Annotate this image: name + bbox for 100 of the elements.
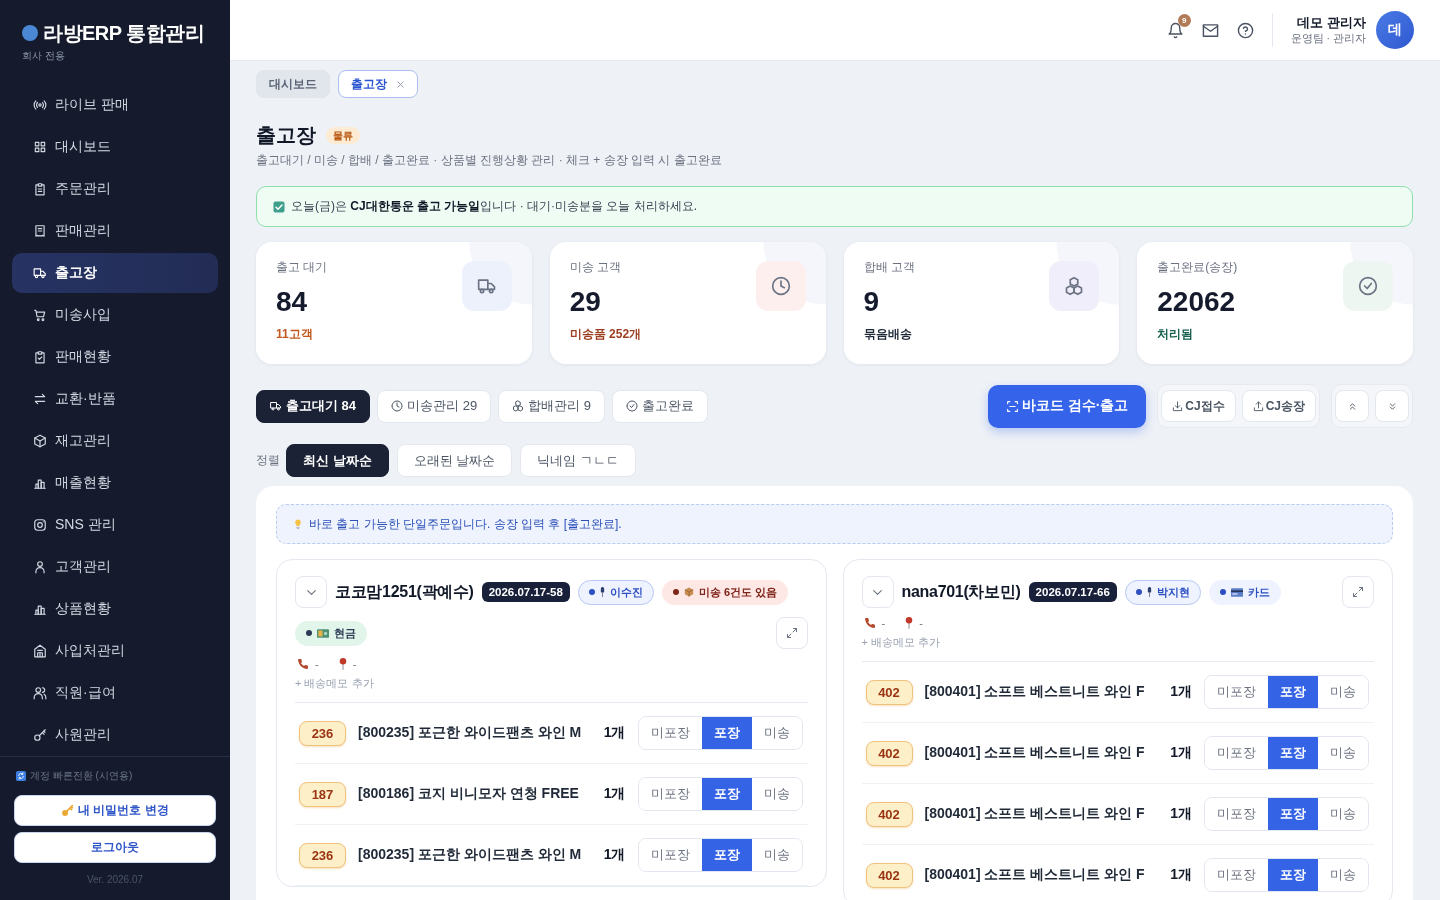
stock-badge: 236 bbox=[299, 842, 346, 868]
microphone-icon bbox=[599, 587, 605, 597]
logout-button[interactable]: 로그아웃 bbox=[14, 832, 216, 863]
boxes-icon bbox=[512, 400, 525, 412]
filter-tab[interactable]: 미송관리 29 bbox=[377, 389, 492, 423]
grid-icon bbox=[33, 140, 47, 154]
expand-icon bbox=[785, 627, 798, 639]
download-icon bbox=[1172, 400, 1184, 412]
stat-value: 9 bbox=[863, 285, 880, 319]
collapse-button[interactable] bbox=[295, 576, 327, 608]
sidebar-item[interactable]: 직원·급여 bbox=[12, 673, 218, 713]
truck-icon bbox=[461, 261, 512, 311]
expand-button[interactable] bbox=[775, 617, 808, 649]
phone-number: - bbox=[315, 657, 319, 671]
stat-value: 84 bbox=[276, 285, 308, 319]
sidebar-item[interactable]: 미송사입 bbox=[12, 295, 218, 335]
page-tab[interactable]: 출고장 bbox=[338, 70, 418, 98]
refresh-icon bbox=[16, 771, 26, 781]
stock-badge: 402 bbox=[865, 801, 913, 827]
sidebar-item[interactable]: 교환·반품 bbox=[12, 379, 218, 419]
mail-icon[interactable] bbox=[1201, 21, 1219, 39]
sidebar-item[interactable]: 고객관리 bbox=[12, 547, 218, 587]
notice-text: 바로 출고 가능한 단일주문입니다. 송장 입력 후 [출고완료]. bbox=[309, 515, 622, 533]
address: - bbox=[919, 616, 923, 630]
phone-icon bbox=[297, 658, 309, 670]
sidebar-item[interactable]: 판매관리 bbox=[12, 211, 218, 251]
brand-subtitle: 회사 전용 bbox=[22, 49, 65, 62]
cj-export-button[interactable]: CJ송장 bbox=[1241, 390, 1316, 422]
help-icon[interactable] bbox=[1236, 21, 1254, 39]
credit-card-icon bbox=[1230, 587, 1243, 597]
bar-chart-icon bbox=[33, 602, 47, 616]
broadcast-icon bbox=[33, 98, 47, 112]
tag-label: 미송 6건도 있음 bbox=[698, 585, 778, 599]
sidebar-item[interactable]: 매출현황 bbox=[12, 463, 218, 503]
collapse-button[interactable] bbox=[861, 576, 894, 608]
notification-badge: 9 bbox=[1177, 13, 1191, 27]
status-option[interactable]: 포장 bbox=[701, 717, 752, 749]
filter-tab[interactable]: 출고대기 84 bbox=[256, 389, 371, 423]
sidebar-item[interactable]: 상품현황 bbox=[12, 589, 218, 629]
barcode-scan-button[interactable]: 바코드 검수·출고 bbox=[987, 384, 1147, 428]
close-icon[interactable] bbox=[396, 79, 405, 89]
tag-label: 카드 bbox=[1247, 585, 1270, 599]
expand-all-button[interactable] bbox=[1375, 390, 1409, 422]
product-name: [800401] 소프트 베스트니트 와인 F bbox=[924, 744, 1146, 762]
sidebar-item[interactable]: 주문관리 bbox=[12, 169, 218, 209]
collapse-all-button[interactable] bbox=[1335, 390, 1369, 422]
sidebar-item[interactable]: 판매현황 bbox=[12, 337, 218, 377]
stat-label: 출고 대기 bbox=[276, 259, 328, 275]
status-option[interactable]: 포장 bbox=[1268, 676, 1318, 708]
page-title: 출고장 bbox=[256, 123, 316, 148]
filter-tab[interactable]: 출고완료 bbox=[612, 389, 708, 423]
status-dot-icon bbox=[672, 589, 679, 595]
stat-note: 묶음배송 bbox=[863, 326, 912, 342]
sidebar-item[interactable]: 사입처관리 bbox=[12, 631, 218, 671]
change-password-button[interactable]: 내 비밀번호 변경 bbox=[14, 795, 216, 826]
cart-icon bbox=[33, 308, 47, 322]
customer-name: nana701(차보민) bbox=[901, 581, 1021, 602]
sidebar-item[interactable]: SNS 관리 bbox=[12, 505, 218, 545]
tag-label: 현금 bbox=[334, 626, 356, 640]
status-option[interactable]: 포장 bbox=[1268, 737, 1318, 769]
key-icon bbox=[33, 728, 47, 742]
user-name: 데모 관리자 bbox=[1297, 15, 1366, 31]
address: - bbox=[352, 657, 357, 671]
camera-icon bbox=[33, 518, 47, 532]
bell-icon[interactable] bbox=[1166, 21, 1184, 39]
quantity: 1개 bbox=[603, 785, 626, 803]
clock-icon bbox=[755, 261, 806, 311]
phone-number: - bbox=[881, 616, 886, 630]
stat-note: 미송품 252개 bbox=[569, 326, 642, 342]
quantity: 1개 bbox=[1170, 866, 1192, 884]
sidebar-item[interactable]: 라이브 판매 bbox=[12, 85, 218, 125]
quantity: 1개 bbox=[603, 846, 626, 864]
bar-chart-icon bbox=[33, 476, 47, 490]
status-option[interactable]: 포장 bbox=[1268, 798, 1318, 830]
filter-tab[interactable]: 합배관리 9 bbox=[498, 389, 605, 423]
quantity: 1개 bbox=[1170, 805, 1192, 823]
sidebar-item[interactable]: 대시보드 bbox=[12, 127, 218, 167]
stock-badge: 402 bbox=[865, 740, 913, 766]
sidebar-item[interactable]: 재고관리 bbox=[12, 421, 218, 461]
stock-badge: 236 bbox=[299, 720, 346, 746]
stat-value: 22062 bbox=[1157, 285, 1236, 319]
warehouse-icon bbox=[33, 644, 47, 658]
expand-icon bbox=[1352, 586, 1364, 598]
status-option[interactable]: 포장 bbox=[701, 839, 752, 871]
status-option[interactable]: 포장 bbox=[701, 778, 752, 810]
cj-import-button[interactable]: CJ접수 bbox=[1161, 390, 1236, 422]
page-tab[interactable]: 대시보드 bbox=[256, 70, 330, 98]
product-name: [800401] 소프트 베스트니트 와인 F bbox=[924, 683, 1146, 701]
sidebar-item[interactable]: 사원관리 bbox=[12, 715, 218, 755]
sort-option[interactable]: 오래된 날짜순 bbox=[396, 444, 513, 477]
sort-option[interactable]: 최신 날짜순 bbox=[286, 444, 389, 477]
status-option[interactable]: 포장 bbox=[1268, 859, 1318, 891]
sort-option[interactable]: 닉네임 ㄱㄴㄷ bbox=[520, 444, 636, 477]
product-name: [800235] 포근한 와이드팬츠 와인 M bbox=[358, 724, 583, 742]
product-name: [800235] 포근한 와이드팬츠 와인 M bbox=[358, 846, 583, 864]
sidebar-item[interactable]: 출고장 bbox=[12, 253, 218, 293]
lightbulb-icon bbox=[293, 518, 303, 530]
expand-button[interactable] bbox=[1342, 576, 1374, 608]
avatar[interactable]: 데 bbox=[1376, 11, 1414, 49]
stat-value: 29 bbox=[569, 285, 601, 319]
